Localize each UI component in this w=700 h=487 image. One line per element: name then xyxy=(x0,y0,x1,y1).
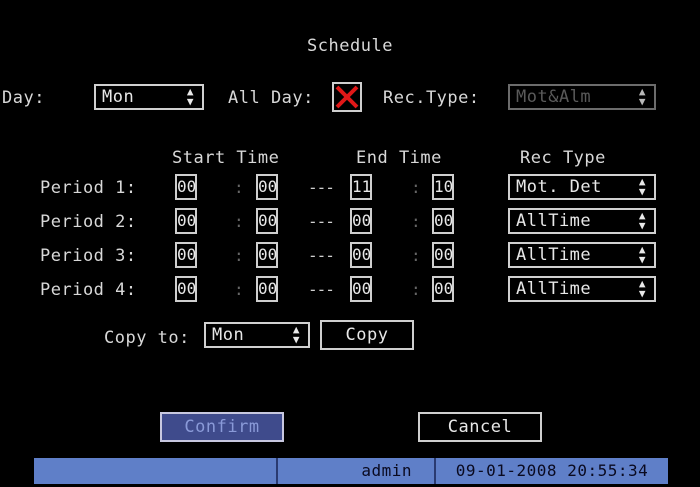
period-label: Period 1: xyxy=(40,178,137,198)
status-segment-blank xyxy=(34,458,278,484)
range-dash: --- xyxy=(308,246,335,265)
copy-button[interactable]: Copy xyxy=(320,320,414,350)
start-hour-field[interactable]: 00 xyxy=(175,174,197,200)
start-minute-field[interactable]: 00 xyxy=(256,208,278,234)
rec-type-label: Rec.Type: xyxy=(383,88,480,108)
copy-to-label: Copy to: xyxy=(104,328,190,348)
day-label: Day: xyxy=(2,88,45,108)
red-x-icon xyxy=(335,85,359,109)
copy-to-select-value: Mon xyxy=(212,325,245,345)
schedule-screen: Schedule Day: Mon ▲ ▼ All Day: Rec.Type: … xyxy=(0,0,700,487)
end-hour-field[interactable]: 00 xyxy=(350,208,372,234)
up-down-arrow-icon: ▲ ▼ xyxy=(638,277,646,300)
time-colon: : xyxy=(234,212,245,231)
start-minute-field[interactable]: 00 xyxy=(256,174,278,200)
end-minute-field[interactable]: 10 xyxy=(432,174,454,200)
range-dash: --- xyxy=(308,212,335,231)
start-minute-field[interactable]: 00 xyxy=(256,242,278,268)
all-day-checkbox[interactable] xyxy=(332,82,362,112)
period-rec-type-value: AllTime xyxy=(516,245,592,265)
period-label: Period 4: xyxy=(40,280,137,300)
up-down-arrow-icon: ▲ ▼ xyxy=(638,243,646,266)
range-dash: --- xyxy=(308,280,335,299)
period-rec-type-value: AllTime xyxy=(516,211,592,231)
end-minute-field[interactable]: 00 xyxy=(432,208,454,234)
day-select[interactable]: Mon ▲ ▼ xyxy=(94,84,204,110)
up-down-arrow-icon: ▲ ▼ xyxy=(638,209,646,232)
time-colon: : xyxy=(234,246,245,265)
rec-type-header: Rec Type xyxy=(520,148,606,168)
end-hour-field[interactable]: 00 xyxy=(350,276,372,302)
all-day-label: All Day: xyxy=(228,88,314,108)
range-dash: --- xyxy=(308,178,335,197)
start-hour-field[interactable]: 00 xyxy=(175,242,197,268)
start-hour-field[interactable]: 00 xyxy=(175,276,197,302)
start-hour-field[interactable]: 00 xyxy=(175,208,197,234)
time-colon: : xyxy=(234,178,245,197)
status-user: admin xyxy=(278,458,436,484)
rec-type-select-value: Mot&Alm xyxy=(516,87,592,107)
confirm-button[interactable]: Confirm xyxy=(160,412,284,442)
period-rec-type-select[interactable]: Mot. Det ▲ ▼ xyxy=(508,174,656,200)
status-datetime: 09-01-2008 20:55:34 xyxy=(436,458,668,484)
start-minute-field[interactable]: 00 xyxy=(256,276,278,302)
day-select-value: Mon xyxy=(102,87,135,107)
period-label: Period 2: xyxy=(40,212,137,232)
time-colon: : xyxy=(411,178,422,197)
cancel-button[interactable]: Cancel xyxy=(418,412,542,442)
period-rec-type-select[interactable]: AllTime ▲ ▼ xyxy=(508,276,656,302)
end-minute-field[interactable]: 00 xyxy=(432,242,454,268)
time-colon: : xyxy=(234,280,245,299)
rec-type-select[interactable]: Mot&Alm ▲ ▼ xyxy=(508,84,656,110)
period-rec-type-select[interactable]: AllTime ▲ ▼ xyxy=(508,208,656,234)
up-down-arrow-icon: ▲ ▼ xyxy=(186,85,194,108)
end-time-header: End Time xyxy=(356,148,442,168)
up-down-arrow-icon: ▲ ▼ xyxy=(292,323,300,346)
period-rec-type-value: Mot. Det xyxy=(516,177,602,197)
time-colon: : xyxy=(411,246,422,265)
up-down-arrow-icon: ▲ ▼ xyxy=(638,175,646,198)
end-hour-field[interactable]: 11 xyxy=(350,174,372,200)
copy-to-select[interactable]: Mon ▲ ▼ xyxy=(204,322,310,348)
end-hour-field[interactable]: 00 xyxy=(350,242,372,268)
page-title: Schedule xyxy=(307,36,393,56)
up-down-arrow-icon: ▲ ▼ xyxy=(638,85,646,108)
period-rec-type-select[interactable]: AllTime ▲ ▼ xyxy=(508,242,656,268)
start-time-header: Start Time xyxy=(172,148,280,168)
time-colon: : xyxy=(411,212,422,231)
period-label: Period 3: xyxy=(40,246,137,266)
time-colon: : xyxy=(411,280,422,299)
period-rec-type-value: AllTime xyxy=(516,279,592,299)
end-minute-field[interactable]: 00 xyxy=(432,276,454,302)
